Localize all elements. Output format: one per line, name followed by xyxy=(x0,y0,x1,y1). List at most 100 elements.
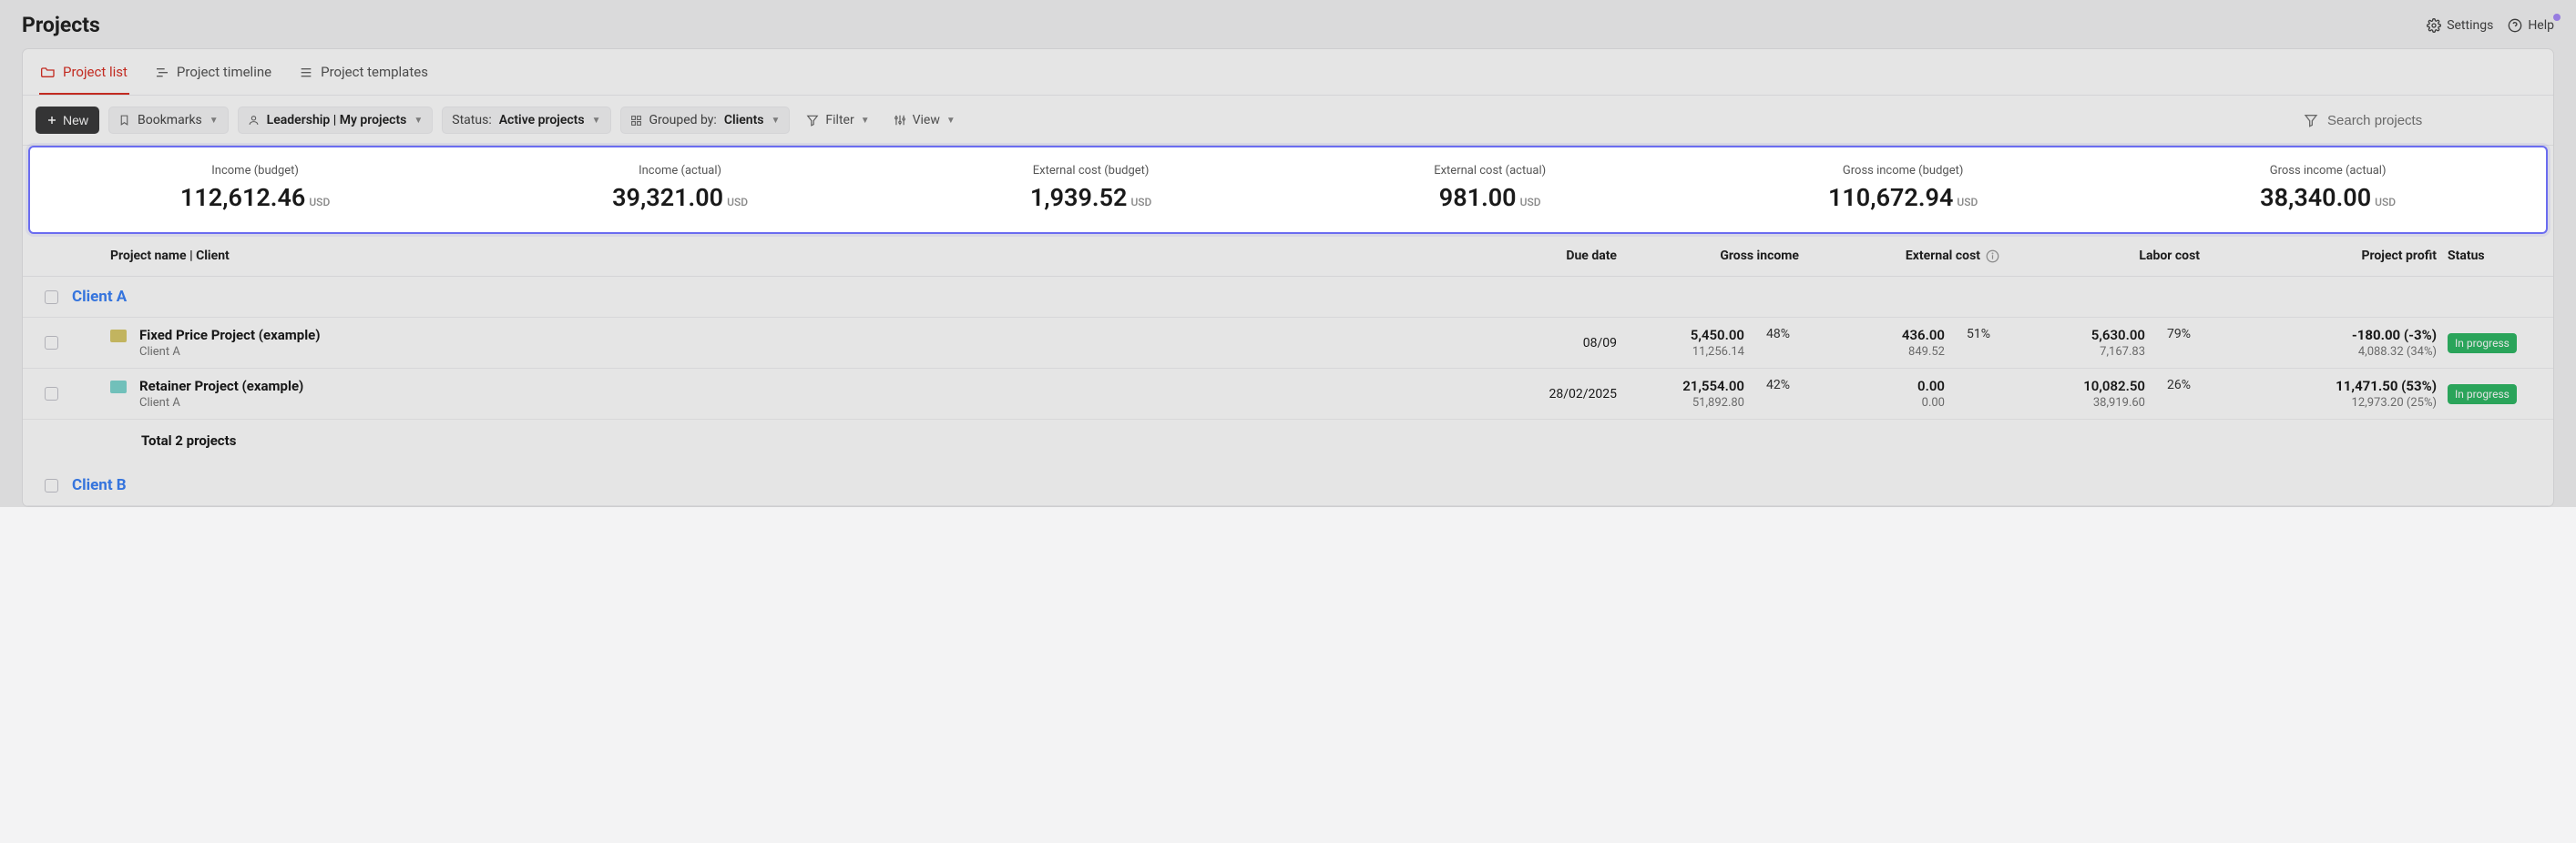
gross-pct: 42% xyxy=(1748,378,1799,392)
stat-currency: USD xyxy=(2375,196,2396,208)
checkbox[interactable] xyxy=(45,479,58,493)
notification-dot xyxy=(2553,14,2561,21)
folder-open-icon xyxy=(41,66,56,78)
stat-currency: USD xyxy=(1130,196,1151,208)
new-label: New xyxy=(63,113,88,127)
groupby-value: Clients xyxy=(724,113,764,127)
labor-pct: 79% xyxy=(2149,327,2200,341)
tab-project-templates[interactable]: Project templates xyxy=(297,49,430,95)
col-project[interactable]: Project name | Client xyxy=(72,249,1462,263)
col-due[interactable]: Due date xyxy=(1462,249,1617,263)
status-badge: In progress xyxy=(2448,384,2517,404)
chevron-down-icon: ▼ xyxy=(772,116,781,126)
ext-main: 436.00 xyxy=(1799,327,1945,343)
labor-sub: 38,919.60 xyxy=(1999,396,2145,410)
stat-currency: USD xyxy=(727,196,748,208)
gross-pct: 48% xyxy=(1748,327,1799,341)
stat-label: Gross income (budget) xyxy=(1828,164,1978,178)
gross-main: 21,554.00 xyxy=(1617,378,1744,394)
labor-pct: 26% xyxy=(2149,378,2200,392)
chevron-down-icon: ▼ xyxy=(414,116,423,126)
person-icon xyxy=(248,114,260,127)
due-date: 28/02/2025 xyxy=(1462,387,1617,401)
stat-gross-budget: Gross income (budget) 110,672.94USD xyxy=(1828,164,1978,212)
new-button[interactable]: New xyxy=(36,107,99,134)
settings-label: Settings xyxy=(2447,18,2493,33)
checkbox[interactable] xyxy=(45,336,58,350)
profit-sub: 4,088.32 (34%) xyxy=(2200,345,2437,359)
table-row[interactable]: Fixed Price Project (example) Client A 0… xyxy=(23,318,2553,369)
gross-sub: 51,892.80 xyxy=(1617,396,1744,410)
stat-value: 38,340.00 xyxy=(2260,183,2371,212)
group-header[interactable]: Client A xyxy=(23,277,2553,318)
status-badge: In progress xyxy=(2448,333,2517,353)
chevron-down-icon: ▼ xyxy=(210,116,219,126)
group-name[interactable]: Client B xyxy=(72,476,2546,494)
stat-gross-actual: Gross income (actual) 38,340.00 USD xyxy=(2260,164,2396,212)
total-text: Total 2 projects xyxy=(72,432,2546,449)
help-label: Help xyxy=(2528,18,2554,33)
help-icon xyxy=(2508,18,2522,33)
checkbox[interactable] xyxy=(45,387,58,401)
scope-dropdown[interactable]: Leadership | My projects ▼ xyxy=(238,107,434,134)
filter-button[interactable]: Filter ▼ xyxy=(799,107,876,133)
gross-sub: 11,256.14 xyxy=(1617,345,1744,359)
list-icon xyxy=(299,66,313,78)
scope-label: Leadership | My projects xyxy=(267,113,407,127)
settings-link[interactable]: Settings xyxy=(2427,18,2493,33)
tab-project-list[interactable]: Project list xyxy=(39,49,129,95)
view-button[interactable]: View ▼ xyxy=(886,107,963,133)
status-prefix: Status: xyxy=(452,113,491,127)
col-external[interactable]: External cost xyxy=(1799,249,1999,263)
project-client: Client A xyxy=(139,396,303,410)
col-gross[interactable]: Gross income xyxy=(1617,249,1799,263)
labor-sub: 7,167.83 xyxy=(1999,345,2145,359)
help-link[interactable]: Help xyxy=(2508,18,2554,33)
filter-icon xyxy=(806,114,819,127)
bookmarks-dropdown[interactable]: Bookmarks ▼ xyxy=(108,107,229,134)
timeline-icon xyxy=(155,66,169,78)
col-labor[interactable]: Labor cost xyxy=(1999,249,2200,263)
group-total: Total 2 projects xyxy=(23,420,2553,465)
stat-external-budget: External cost (budget) 1,939.52USD xyxy=(1030,164,1152,212)
project-name[interactable]: Retainer Project (example) xyxy=(139,378,303,394)
stat-label: Income (budget) xyxy=(180,164,330,178)
project-client: Client A xyxy=(139,345,321,359)
folder-icon xyxy=(110,381,127,393)
summary-strip: Income (budget) 112,612.46USD Income (ac… xyxy=(28,146,2548,234)
bookmark-icon xyxy=(118,114,130,127)
view-label: View xyxy=(913,113,940,127)
groupby-prefix: Grouped by: xyxy=(649,113,717,127)
stat-value: 1,939.52 xyxy=(1030,183,1128,212)
stat-income-budget: Income (budget) 112,612.46USD xyxy=(180,164,330,212)
labor-main: 5,630.00 xyxy=(1999,327,2145,343)
stat-currency: USD xyxy=(309,196,330,208)
stat-value: 39,321.00 xyxy=(612,183,723,212)
filter-toggle-icon[interactable] xyxy=(2304,113,2318,127)
profit-main: -180.00 (-3%) xyxy=(2200,327,2437,343)
status-dropdown[interactable]: Status: Active projects ▼ xyxy=(442,107,610,134)
due-date: 08/09 xyxy=(1462,336,1617,350)
profit-main: 11,471.50 (53%) xyxy=(2200,378,2437,394)
stat-value: 110,672.94 xyxy=(1828,183,1953,212)
col-profit[interactable]: Project profit xyxy=(2200,249,2437,263)
checkbox[interactable] xyxy=(45,290,58,304)
filter-label: Filter xyxy=(825,113,854,127)
stat-label: External cost (actual) xyxy=(1434,164,1546,178)
ext-sub: 0.00 xyxy=(1799,396,1945,410)
stat-income-actual: Income (actual) 39,321.00USD xyxy=(612,164,748,212)
gross-main: 5,450.00 xyxy=(1617,327,1744,343)
tab-project-timeline[interactable]: Project timeline xyxy=(153,49,273,95)
project-name[interactable]: Fixed Price Project (example) xyxy=(139,327,321,343)
group-name[interactable]: Client A xyxy=(72,288,2546,306)
tab-label: Project list xyxy=(63,64,128,80)
col-status[interactable]: Status xyxy=(2437,249,2546,263)
groupby-dropdown[interactable]: Grouped by: Clients ▼ xyxy=(620,107,791,134)
group-header[interactable]: Client B xyxy=(23,465,2553,506)
stat-label: Gross income (actual) xyxy=(2260,164,2396,178)
search-input[interactable] xyxy=(2327,113,2510,128)
chevron-down-icon: ▼ xyxy=(592,116,601,126)
profit-sub: 12,973.20 (25%) xyxy=(2200,396,2437,410)
table-row[interactable]: Retainer Project (example) Client A 28/0… xyxy=(23,369,2553,420)
gear-icon xyxy=(2427,18,2441,33)
